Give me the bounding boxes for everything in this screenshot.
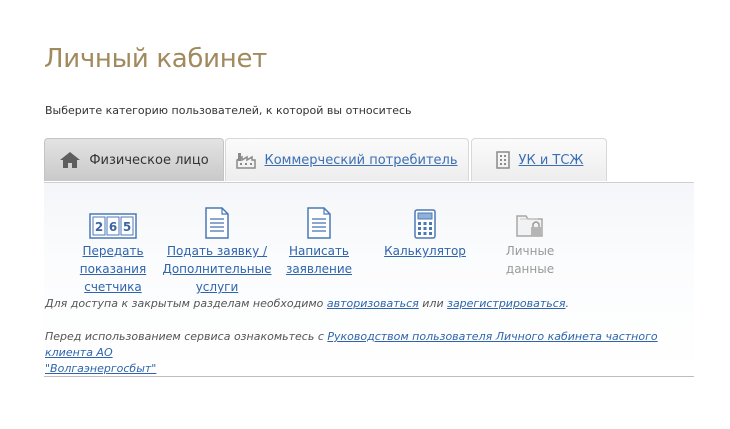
tab-management-company[interactable]: УК и ТСЖ (471, 138, 607, 181)
meter-digit: 2 (95, 220, 103, 234)
meter-digits-icon: 2 6 5 (89, 203, 137, 239)
tab-label: УК и ТСЖ (518, 152, 584, 168)
house-icon (59, 151, 81, 169)
tab-label: Коммерческий потребитель (264, 152, 458, 168)
service-write-application[interactable]: Написать заявление (274, 203, 364, 278)
register-link[interactable]: зарегистрироваться (447, 297, 565, 310)
factory-icon (236, 151, 257, 169)
document-icon (307, 203, 331, 239)
service-submit-readings[interactable]: 2 6 5 Передать показания счетчика (54, 203, 172, 296)
calculator-icon (414, 203, 436, 239)
notice-text: Для доступа к закрытым разделам необходи… (45, 297, 327, 310)
service-label[interactable]: Калькулятор (384, 242, 466, 260)
tab-label: Физическое лицо (89, 152, 209, 168)
service-label: Личные данные (505, 244, 555, 276)
user-guide-link-continued[interactable]: "Волгаэнергосбыт" (45, 362, 156, 375)
service-label[interactable]: услуги (196, 278, 239, 296)
notice-text: . (565, 297, 569, 310)
document-icon (205, 203, 229, 239)
notice-text: Перед использованием сервиса ознакомьтес… (45, 330, 328, 343)
service-label[interactable]: Написать (289, 242, 349, 260)
service-label[interactable]: счетчика (84, 278, 142, 296)
page: Личный кабинет Выберите категорию пользо… (0, 0, 730, 429)
notice-text: или (418, 297, 448, 310)
user-category-tabs: Физическое лицо Коммерческий потребитель (44, 138, 694, 183)
service-label[interactable]: Подать заявку / (167, 242, 267, 260)
service-label[interactable]: заявление (286, 260, 352, 278)
service-label[interactable]: Дополнительные (162, 260, 271, 278)
service-request[interactable]: Подать заявку / Дополнительные услуги (162, 203, 272, 296)
meter-digit: 6 (109, 220, 117, 234)
locked-folder-icon (514, 203, 546, 239)
access-notice: Для доступа к закрытым разделам необходи… (45, 296, 569, 312)
tab-commercial[interactable]: Коммерческий потребитель (225, 138, 469, 181)
building-icon (495, 151, 511, 169)
meter-digit: 5 (123, 220, 131, 234)
service-calculator[interactable]: Калькулятор (378, 203, 472, 260)
page-title: Личный кабинет (44, 44, 268, 74)
tab-individual[interactable]: Физическое лицо (44, 138, 224, 181)
service-personal-data: Личные данные (480, 203, 580, 278)
guide-notice: Перед использованием сервиса ознакомьтес… (45, 329, 695, 377)
service-label[interactable]: Передать показания (54, 242, 172, 278)
category-prompt: Выберите категорию пользователей, к кото… (45, 104, 412, 117)
login-link[interactable]: авторизоваться (327, 297, 419, 310)
